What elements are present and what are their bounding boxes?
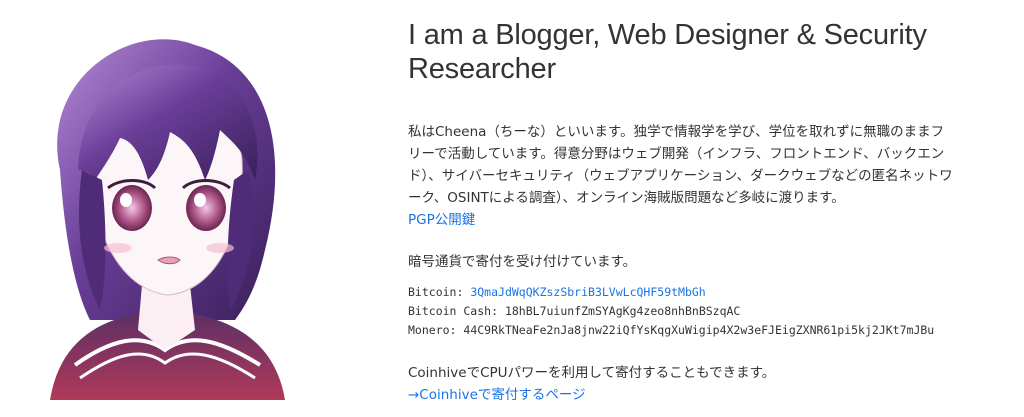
wallet-label: Bitcoin: — [408, 285, 464, 299]
profile-page: I am a Blogger, Web Designer & Security … — [0, 0, 1024, 417]
monero-address: 44C9RkTNeaFe2nJa8jnw22iQfYsKqgXuWigip4X2… — [463, 323, 935, 337]
wallet-label: Monero: — [408, 323, 457, 337]
donation-intro: 暗号通貨で寄付を受け付けています。 — [408, 254, 637, 270]
wallet-row-bitcoin-cash: Bitcoin Cash: 18hBL7uiunfZmSYAgKg4zeo8nh… — [408, 302, 956, 321]
bio-text: 私はCheena（ちーな）といいます。独学で情報学を学び、学位を取れずに無職のま… — [408, 124, 953, 206]
wallet-label: Bitcoin Cash: — [408, 304, 499, 318]
wallet-list: Bitcoin: 3QmaJdWqQKZszSbriB3LVwLcQHF59tM… — [408, 283, 956, 340]
avatar — [50, 39, 285, 400]
wallet-row-bitcoin: Bitcoin: 3QmaJdWqQKZszSbriB3LVwLcQHF59tM… — [408, 283, 956, 302]
wallet-row-monero: Monero: 44C9RkTNeaFe2nJa8jnw22iQfYsKqgXu… — [408, 321, 956, 340]
coinhive-section: CoinhiveでCPUパワーを利用して寄付することもできます。 →Coinhi… — [408, 362, 960, 406]
bio-section: 私はCheena（ちーな）といいます。独学で情報学を学び、学位を取れずに無職のま… — [408, 121, 956, 231]
profile-content: I am a Blogger, Web Designer & Security … — [408, 18, 960, 406]
bitcoin-cash-address: 18hBL7uiunfZmSYAgKg4zeo8nhBnBSzqAC — [504, 304, 741, 318]
page-title: I am a Blogger, Web Designer & Security … — [408, 19, 927, 85]
bitcoin-address-link[interactable]: 3QmaJdWqQKZszSbriB3LVwLcQHF59tMbGh — [470, 285, 705, 299]
pgp-key-link[interactable]: PGP公開鍵 — [408, 212, 475, 228]
coinhive-donate-link[interactable]: →Coinhiveで寄付するページ — [408, 387, 586, 403]
coinhive-text: CoinhiveでCPUパワーを利用して寄付することもできます。 — [408, 365, 776, 381]
